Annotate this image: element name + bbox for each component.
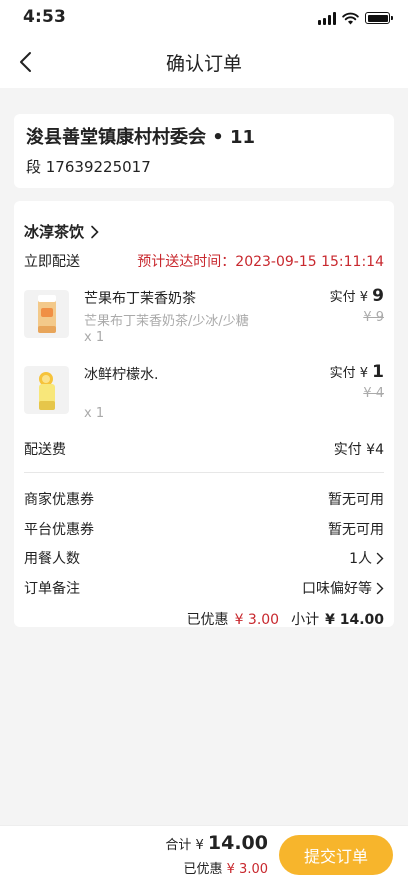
total-block: 合计 ¥ 14.00 已优惠 ¥ 3.00 — [165, 832, 268, 877]
nav-bar: 确认订单 — [0, 36, 408, 88]
total-currency: ¥ — [195, 838, 204, 853]
order-item: 冰鲜柠檬水. x 1 实付 ¥ 1 ¥ 4 — [24, 362, 384, 426]
item-quantity: x 1 — [84, 330, 105, 345]
delivery-fee-row: 配送费 实付 ¥4 — [24, 439, 384, 459]
total-value: 14.00 — [207, 832, 268, 854]
status-time: 4:53 — [23, 7, 67, 27]
shop-link[interactable]: 冰淳茶饮 — [24, 221, 99, 242]
contact-info: 段 17639225017 — [26, 158, 151, 176]
item-original-price: ¥ 4 — [363, 386, 384, 401]
diners-count-value: 1人 — [349, 548, 384, 568]
cellular-signal-icon — [318, 11, 336, 25]
delivery-fee-label: 配送费 — [24, 442, 66, 458]
order-summary: 已优惠 ¥ 3.00 小计 ¥ 14.00 — [187, 609, 384, 629]
item-name: 冰鲜柠檬水. — [84, 367, 159, 383]
order-note-value: 口味偏好等 — [302, 578, 384, 598]
delivery-row: 立即配送 预计送达时间：2023-09-15 15:11:14 — [24, 251, 384, 271]
order-note-label: 订单备注 — [24, 581, 80, 597]
estimated-delivery-time: 预计送达时间：2023-09-15 15:11:14 — [137, 254, 384, 270]
order-note-row[interactable]: 订单备注 口味偏好等 — [24, 578, 384, 598]
chevron-right-icon — [376, 582, 384, 594]
total-line: 合计 ¥ 14.00 — [165, 832, 268, 854]
item-price-value: 1 — [372, 362, 384, 382]
saved-line: 已优惠 ¥ 3.00 — [165, 858, 268, 877]
item-spec: 芒果布丁茉香奶茶/少冰/少糖 — [84, 314, 249, 329]
item-price-label: 实付 ¥ — [329, 366, 369, 381]
order-item: 芒果布丁茉香奶茶 芒果布丁茉香奶茶/少冰/少糖 x 1 实付 ¥ 9 ¥ 9 — [24, 286, 384, 350]
battery-icon — [365, 12, 393, 24]
delivery-fee-value: 实付 ¥4 — [333, 442, 384, 458]
saved-value: ¥ 3.00 — [226, 862, 268, 877]
item-quantity: x 1 — [84, 406, 105, 421]
item-price-value: 9 — [372, 286, 384, 306]
subtotal-label: 小计 — [291, 612, 320, 628]
shop-name: 冰淳茶饮 — [24, 223, 85, 241]
status-bar: 4:53 — [0, 0, 408, 36]
total-label: 合计 — [165, 838, 192, 853]
delivery-address: 浚县善堂镇康村村委会 • 11 — [26, 127, 256, 148]
product-image-mango-milk-tea — [24, 290, 69, 338]
platform-coupon-label: 平台优惠券 — [24, 522, 94, 538]
submit-order-button[interactable]: 提交订单 — [279, 835, 393, 875]
merchant-coupon-value: 暂无可用 — [328, 492, 384, 508]
item-price-label: 实付 ¥ — [329, 290, 369, 305]
saved-label: 已优惠 — [183, 862, 223, 877]
wifi-icon — [342, 12, 359, 24]
page-title: 确认订单 — [165, 53, 242, 75]
platform-coupon-value: 暂无可用 — [328, 522, 384, 538]
merchant-coupon-row[interactable]: 商家优惠券 暂无可用 — [24, 489, 384, 509]
subtotal-value: ¥ 14.00 — [325, 612, 384, 628]
discount-value: ¥ 3.00 — [234, 612, 280, 628]
order-note-text: 口味偏好等 — [302, 581, 372, 597]
item-name: 芒果布丁茉香奶茶 — [84, 291, 196, 307]
address-card[interactable]: 浚县善堂镇康村村委会 • 11 段 17639225017 — [14, 114, 394, 188]
diners-count-label: 用餐人数 — [24, 551, 80, 567]
delivery-type: 立即配送 — [24, 254, 80, 270]
product-image-lemonade — [24, 366, 69, 414]
item-price: 实付 ¥ 9 — [330, 286, 384, 306]
diners-count-text: 1人 — [349, 551, 372, 567]
item-original-price: ¥ 9 — [363, 310, 384, 325]
chevron-right-icon — [91, 225, 99, 238]
discount-label: 已优惠 — [186, 612, 229, 628]
divider — [24, 472, 384, 473]
diners-count-row[interactable]: 用餐人数 1人 — [24, 548, 384, 568]
chevron-right-icon — [376, 552, 384, 564]
checkout-bar: 合计 ¥ 14.00 已优惠 ¥ 3.00 提交订单 — [0, 825, 408, 883]
item-price: 实付 ¥ 1 — [330, 362, 384, 382]
platform-coupon-row[interactable]: 平台优惠券 暂无可用 — [24, 519, 384, 539]
merchant-coupon-label: 商家优惠券 — [24, 492, 94, 508]
order-card: 冰淳茶饮 立即配送 预计送达时间：2023-09-15 15:11:14 芒果布… — [14, 201, 394, 629]
status-icons — [318, 10, 393, 26]
